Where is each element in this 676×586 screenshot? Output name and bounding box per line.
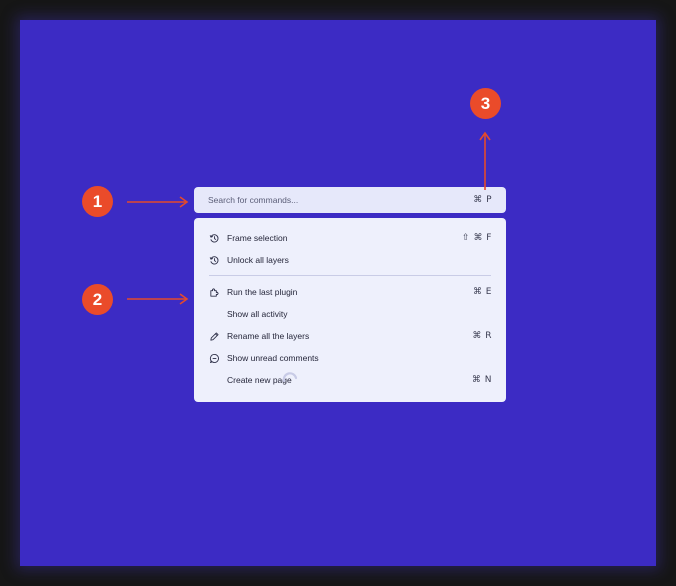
annotation-badge-1: 1 <box>82 186 113 217</box>
arrow-to-menu <box>127 293 189 305</box>
annotation-badge-2: 2 <box>82 284 113 315</box>
arrow-to-search-bar <box>127 196 189 208</box>
arrow-to-shortcut <box>479 131 491 190</box>
annotation-badge-3: 3 <box>470 88 501 119</box>
